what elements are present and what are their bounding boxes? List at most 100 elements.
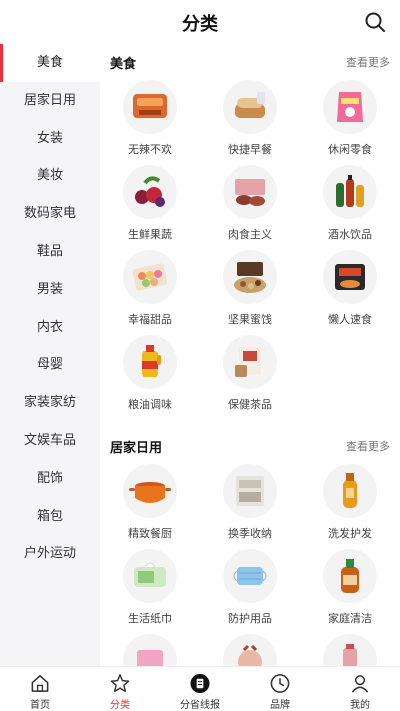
- snack-bag-icon: [323, 80, 377, 134]
- subcategory-grid: 无辣不欢 快捷早餐 休闲零食 生鲜果蔬 肉食主义 酒水饮品 幸福甜品 坚果蜜饯 …: [100, 78, 400, 422]
- subcategory-label: 家庭清洁: [328, 612, 372, 625]
- subcategory-item[interactable]: 幸福甜品: [100, 248, 200, 333]
- sidebar-item-entertainment-auto[interactable]: 文娱车品: [0, 422, 100, 460]
- subcategory-item[interactable]: [200, 632, 300, 666]
- subcategory-item[interactable]: 生活纸巾: [100, 547, 200, 632]
- subcategory-item[interactable]: 快捷早餐: [200, 78, 300, 163]
- star-icon: [110, 674, 130, 693]
- see-more-link[interactable]: 查看更多: [346, 438, 390, 454]
- subcategory-label: 肉食主义: [228, 228, 272, 241]
- sidebar-item-mens[interactable]: 男装: [0, 271, 100, 309]
- sidebar-item-electronics[interactable]: 数码家电: [0, 195, 100, 233]
- pot-icon: [123, 464, 177, 518]
- page-title: 分类: [182, 14, 218, 35]
- section-header: 美食 查看更多: [100, 44, 400, 78]
- tea-box-icon: [223, 335, 277, 389]
- subcategory-label: 坚果蜜饯: [228, 313, 272, 326]
- sidebar-item-beauty[interactable]: 美妆: [0, 157, 100, 195]
- sidebar-item-home-textiles[interactable]: 家装家纺: [0, 384, 100, 422]
- tab-label: 品牌: [270, 700, 290, 711]
- subcategory-label: 换季收纳: [228, 527, 272, 540]
- subcategory-item[interactable]: 换季收纳: [200, 462, 300, 547]
- tab-label: 分省线报: [180, 700, 220, 711]
- subcategory-item[interactable]: [100, 632, 200, 666]
- section-title: 居家日用: [110, 441, 163, 456]
- subcategory-item[interactable]: 家庭清洁: [300, 547, 400, 632]
- user-icon: [351, 675, 369, 693]
- subcategory-item[interactable]: 生鲜果蔬: [100, 163, 200, 248]
- sidebar-item-underwear[interactable]: 内衣: [0, 309, 100, 347]
- subcategory-item[interactable]: 休闲零食: [300, 78, 400, 163]
- subcategory-label: 快捷早餐: [228, 143, 272, 156]
- tab-province-report[interactable]: 分省线报: [160, 667, 240, 711]
- subcategory-label: 无辣不欢: [128, 143, 172, 156]
- sidebar-item-bags[interactable]: 箱包: [0, 498, 100, 536]
- tab-label: 首页: [30, 700, 50, 711]
- subcategory-item[interactable]: 坚果蜜饯: [200, 248, 300, 333]
- tab-brand[interactable]: 品牌: [240, 667, 320, 711]
- subcategory-label: 洗发护发: [328, 527, 372, 540]
- subcategory-grid: 精致餐厨 换季收纳 洗发护发 生活纸巾 防护用品 家庭清洁: [100, 462, 400, 666]
- product-icon: [223, 634, 277, 666]
- subcategory-label: 懒人速食: [328, 313, 372, 326]
- home-icon: [31, 675, 49, 692]
- sidebar-item-home-goods[interactable]: 居家日用: [0, 82, 100, 120]
- sidebar-item-accessories[interactable]: 配饰: [0, 460, 100, 498]
- bread-icon: [223, 80, 277, 134]
- shampoo-icon: [323, 464, 377, 518]
- tab-label: 我的: [350, 700, 370, 711]
- oil-bottle-icon: [123, 335, 177, 389]
- macaron-icon: [123, 250, 177, 304]
- category-content: 美食 查看更多 无辣不欢 快捷早餐 休闲零食 生鲜果蔬 肉食主义 酒水饮品 幸福…: [100, 44, 400, 666]
- subcategory-item[interactable]: 无辣不欢: [100, 78, 200, 163]
- product-icon: [123, 634, 177, 666]
- sidebar-item-shoes[interactable]: 鞋品: [0, 233, 100, 271]
- subcategory-item[interactable]: 肉食主义: [200, 163, 300, 248]
- header: 分类: [0, 0, 400, 44]
- tissue-icon: [123, 549, 177, 603]
- fruit-icon: [123, 165, 177, 219]
- search-icon[interactable]: [364, 11, 386, 33]
- section-title: 美食: [110, 57, 137, 72]
- meat-box-icon: [223, 165, 277, 219]
- subcategory-item[interactable]: [300, 632, 400, 666]
- nuts-gift-icon: [223, 250, 277, 304]
- subcategory-item[interactable]: 精致餐厨: [100, 462, 200, 547]
- subcategory-item[interactable]: 酒水饮品: [300, 163, 400, 248]
- subcategory-item[interactable]: 防护用品: [200, 547, 300, 632]
- subcategory-label: 酒水饮品: [328, 228, 372, 241]
- subcategory-item[interactable]: 保健茶品: [200, 333, 300, 418]
- see-more-link[interactable]: 查看更多: [346, 54, 390, 70]
- instant-noodle-icon: [323, 250, 377, 304]
- tab-profile[interactable]: 我的: [320, 667, 400, 711]
- tab-category[interactable]: 分类: [80, 667, 160, 711]
- subcategory-label: 防护用品: [228, 612, 272, 625]
- subcategory-label: 生活纸巾: [128, 612, 172, 625]
- tab-home[interactable]: 首页: [0, 667, 80, 711]
- subcategory-label: 生鲜果蔬: [128, 228, 172, 241]
- bottom-tab-bar: 首页 分类 分省线报 品牌 我的: [0, 666, 400, 711]
- document-icon: [190, 673, 210, 694]
- cleaner-bottle-icon: [323, 549, 377, 603]
- bottles-icon: [323, 165, 377, 219]
- sidebar-item-food[interactable]: 美食: [0, 44, 100, 82]
- section-header: 居家日用 查看更多: [100, 428, 400, 462]
- spicy-meat-icon: [123, 80, 177, 134]
- mask-icon: [223, 549, 277, 603]
- subcategory-label: 保健茶品: [228, 398, 272, 411]
- product-icon: [323, 634, 377, 666]
- storage-box-icon: [223, 464, 277, 518]
- clock-icon: [270, 674, 290, 693]
- subcategory-label: 休闲零食: [328, 143, 372, 156]
- sidebar-item-baby[interactable]: 母婴: [0, 346, 100, 384]
- category-sidebar: 美食 居家日用 女装 美妆 数码家电 鞋品 男装 内衣 母婴 家装家纺 文娱车品…: [0, 44, 100, 666]
- sidebar-item-womens[interactable]: 女装: [0, 120, 100, 158]
- subcategory-item[interactable]: 粮油调味: [100, 333, 200, 418]
- subcategory-label: 幸福甜品: [128, 313, 172, 326]
- subcategory-label: 粮油调味: [128, 398, 172, 411]
- subcategory-label: 精致餐厨: [128, 527, 172, 540]
- subcategory-item[interactable]: 洗发护发: [300, 462, 400, 547]
- sidebar-item-outdoor[interactable]: 户外运动: [0, 535, 100, 573]
- tab-label: 分类: [110, 700, 130, 711]
- subcategory-item[interactable]: 懒人速食: [300, 248, 400, 333]
